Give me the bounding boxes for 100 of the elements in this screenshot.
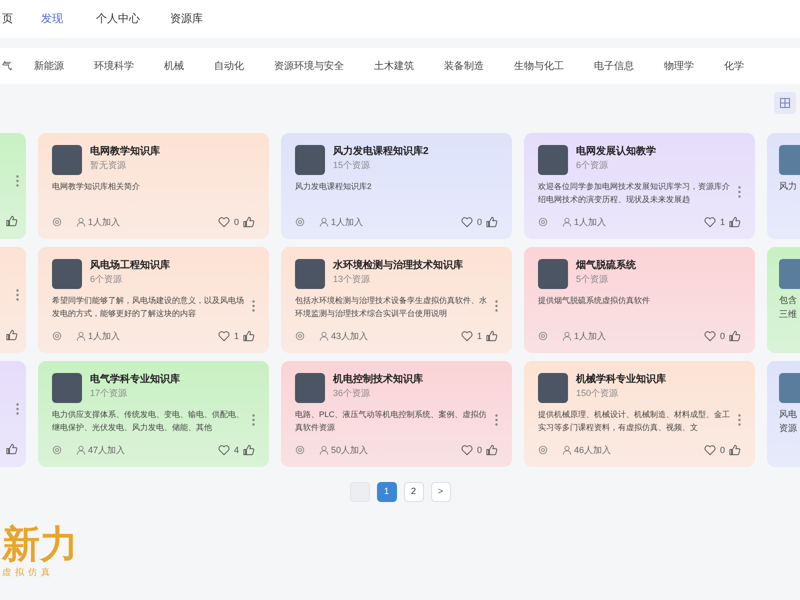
user-icon (319, 445, 329, 456)
resource-card[interactable]: 电网教学知识库 暂无资源 电网教学知识库相关简介 1人加入 0 (38, 133, 269, 239)
photo-placeholder (52, 259, 82, 289)
join-count: 50人加入 (331, 444, 368, 456)
thumbs-up-icon (6, 443, 18, 455)
more-icon (738, 186, 741, 198)
category-tab[interactable]: 机械 (164, 58, 184, 74)
photo-placeholder (538, 259, 568, 289)
user-icon (76, 445, 86, 456)
category-tab[interactable]: 资源环境与安全 (274, 58, 344, 74)
card-description: 提供烟气脱硫系统虚拟仿真软件 (538, 295, 651, 307)
card-description: 风电资源 (779, 408, 798, 435)
card-title: 水环境检测与治理技术知识库 (333, 259, 463, 273)
resource-card[interactable] (0, 247, 26, 353)
like-count: 0 (476, 216, 482, 228)
category-tab[interactable]: 生物与化工 (514, 58, 564, 74)
join-count: 43人加入 (331, 330, 368, 342)
grid-icon (780, 98, 790, 108)
resource-card[interactable]: 包含三维 (767, 247, 800, 353)
more-icon (252, 414, 255, 426)
join-count: 47人加入 (88, 444, 126, 456)
resource-card[interactable] (0, 361, 26, 467)
card-title: 风力发电课程知识库2 (333, 145, 429, 159)
heart-icon (218, 444, 230, 456)
thumbs-up-icon (486, 330, 498, 342)
heart-icon (460, 216, 473, 228)
thumbs-up-icon (729, 444, 741, 456)
resource-card[interactable]: 电网发展认知教学 6个资源 欢迎各位同学参加电网技术发展知识库学习，资源库介绍电网技术的演变历程、现状及未来发展趋 1人加入 1 (524, 133, 755, 239)
card-title: 机械学科专业知识库 (576, 373, 666, 387)
heart-icon (460, 330, 473, 342)
photo-placeholder (538, 373, 568, 403)
at-icon (538, 445, 548, 456)
resource-card[interactable]: 风电场工程知识库 6个资源 希望同学们能够了解，风电场建设的意义，以及风电场发电的方式，能够更好的了解这块的内容 1人加入 1 (38, 247, 269, 353)
resource-card[interactable]: 电气学科专业知识库 17个资源 电力供应支撑体系、传统发电、变电、输电、供配电、继电保护、光伏发电、风力发电、储能、其他 47人加入 4 (38, 361, 269, 467)
more-icon (738, 414, 741, 426)
category-tab[interactable]: 电子信息 (594, 58, 634, 74)
more-icon (16, 289, 19, 301)
thumbs-up-icon (243, 216, 255, 228)
page-button[interactable]: 1 (376, 482, 396, 502)
resource-card[interactable]: 机电控制技术知识库 36个资源 电路、PLC、液压气动等机电控制系统、案例、虚拟仿真软件资源 50人加入 0 (281, 361, 512, 467)
resource-count: 17个资源 (90, 387, 128, 400)
grid-view-button[interactable] (774, 92, 796, 114)
nav-tab[interactable]: 个人中心 (96, 10, 140, 28)
card-description: 电路、PLC、液压气动等机电控制系统、案例、虚拟仿真软件资源 (295, 409, 488, 434)
card-description: 希望同学们能够了解，风电场建设的意义，以及风电场发电的方式，能够更好的了解这块的内容 (52, 295, 245, 320)
resource-card[interactable]: 风力发电课程知识库2 15个资源 风力发电课程知识库2 1人加入 0 (281, 133, 512, 239)
user-icon (562, 331, 572, 342)
resource-count: 36个资源 (333, 387, 372, 400)
resource-card[interactable] (0, 133, 26, 239)
logo-tagline: 虚拟仿真 (2, 566, 54, 579)
like-count: 0 (720, 330, 725, 342)
category-tab[interactable]: 物理学 (664, 58, 694, 74)
more-icon (495, 300, 498, 312)
category-tab[interactable]: 气 (2, 58, 12, 74)
thumbs-up-icon (729, 330, 741, 342)
join-count: 46人加入 (574, 444, 612, 456)
category-tab[interactable]: 土木建筑 (374, 58, 414, 74)
photo-placeholder (52, 145, 82, 175)
resource-count: 15个资源 (333, 159, 372, 172)
photo-placeholder (295, 373, 325, 403)
resource-count: 6个资源 (576, 159, 610, 172)
card-title: 电网发展认知教学 (576, 145, 656, 159)
photo-placeholder (295, 259, 325, 289)
photo-placeholder (779, 259, 800, 289)
at-icon (538, 331, 548, 342)
category-tab[interactable]: 化学 (724, 58, 744, 74)
card-description: 包含三维 (779, 294, 798, 321)
join-count: 1人加入 (88, 330, 120, 342)
resource-card[interactable]: 风力 (767, 133, 800, 239)
like-count: 4 (234, 444, 239, 456)
at-icon (52, 331, 62, 342)
photo-placeholder (538, 145, 568, 175)
heart-icon (460, 444, 473, 456)
at-icon (295, 445, 305, 456)
like-count: 0 (234, 216, 239, 228)
category-tab[interactable]: 环境科学 (94, 58, 134, 74)
category-tab[interactable]: 自动化 (214, 58, 244, 74)
resource-count: 150个资源 (576, 387, 620, 400)
card-title: 电气学科专业知识库 (90, 373, 180, 387)
card-description: 风力 (779, 180, 798, 193)
resource-card[interactable]: 风电资源 (767, 361, 800, 467)
next-page-button[interactable]: > (430, 482, 450, 502)
nav-tab[interactable]: 发现 (41, 10, 63, 28)
join-count: 1人加入 (331, 216, 364, 228)
resource-card[interactable]: 机械学科专业知识库 150个资源 提供机械原理、机械设计、机械制造、材料成型、金工实习等多门课程资料，有虚拟仿真、视频、文 46人加入 0 (524, 361, 755, 467)
nav-tab[interactable]: 资源库 (170, 10, 203, 28)
thumbs-up-icon (243, 444, 255, 456)
page-button[interactable]: 2 (404, 482, 424, 502)
thumbs-up-icon (6, 215, 18, 227)
category-tab[interactable]: 装备制造 (444, 58, 484, 74)
resource-count: 13个资源 (333, 273, 372, 286)
card-description: 欢迎各位同学参加电网技术发展知识库学习，资源库介绍电网技术的演变历程、现状及未来发展趋 (538, 181, 731, 206)
category-tab[interactable]: 新能源 (34, 58, 64, 74)
nav-tab[interactable]: 页 (2, 10, 13, 28)
more-icon (495, 414, 498, 426)
resource-card[interactable]: 水环境检测与治理技术知识库 13个资源 包括水环境检测与治理技术设备孪生虚拟仿真软件、水环境监测与治理技术综合实训平台使用说明 43人加入 1 (281, 247, 512, 353)
photo-placeholder (779, 373, 800, 403)
resource-card[interactable]: 烟气脱硫系统 5个资源 提供烟气脱硫系统虚拟仿真软件 1人加入 0 (524, 247, 755, 353)
heart-icon (704, 216, 716, 228)
photo-placeholder (295, 145, 325, 175)
